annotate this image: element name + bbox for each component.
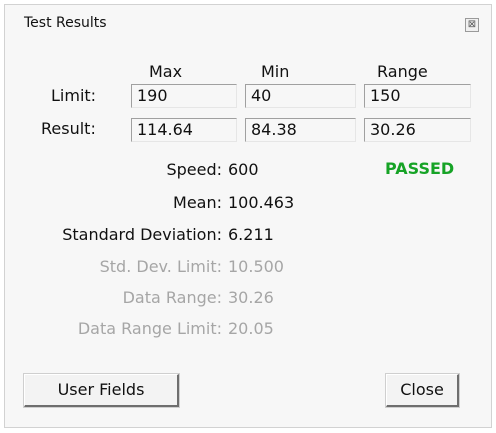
stddev-limit-value: 10.500 — [228, 257, 284, 276]
limit-label: Limit: — [51, 86, 97, 105]
limit-range-field[interactable]: 150 — [364, 84, 471, 108]
result-min-field[interactable]: 84.38 — [245, 118, 356, 142]
data-range-value: 30.26 — [228, 288, 274, 307]
column-header-range: Range — [377, 62, 428, 81]
mean-value: 100.463 — [228, 193, 295, 212]
speed-label: Speed: — [166, 160, 222, 179]
result-range-field[interactable]: 30.26 — [364, 118, 471, 142]
mean-label: Mean: — [173, 193, 222, 212]
data-range-label: Data Range: — [122, 288, 222, 307]
column-header-max: Max — [149, 62, 183, 81]
result-label: Result: — [41, 119, 96, 138]
limit-min-field[interactable]: 40 — [245, 84, 356, 108]
close-button[interactable]: Close — [386, 374, 459, 407]
status-badge: PASSED — [385, 159, 455, 178]
data-range-limit-value: 20.05 — [228, 319, 274, 338]
user-fields-button[interactable]: User Fields — [24, 374, 179, 407]
stddev-label: Standard Deviation: — [62, 225, 222, 244]
column-header-min: Min — [261, 62, 290, 81]
stddev-limit-label: Std. Dev. Limit: — [99, 257, 222, 276]
data-range-limit-label: Data Range Limit: — [77, 319, 222, 338]
close-icon[interactable]: ⊠ — [465, 18, 479, 32]
speed-value: 600 — [228, 160, 259, 179]
limit-max-field[interactable]: 190 — [131, 84, 237, 108]
stddev-value: 6.211 — [228, 225, 274, 244]
dialog-title: Test Results — [24, 15, 107, 31]
result-max-field[interactable]: 114.64 — [131, 118, 237, 142]
